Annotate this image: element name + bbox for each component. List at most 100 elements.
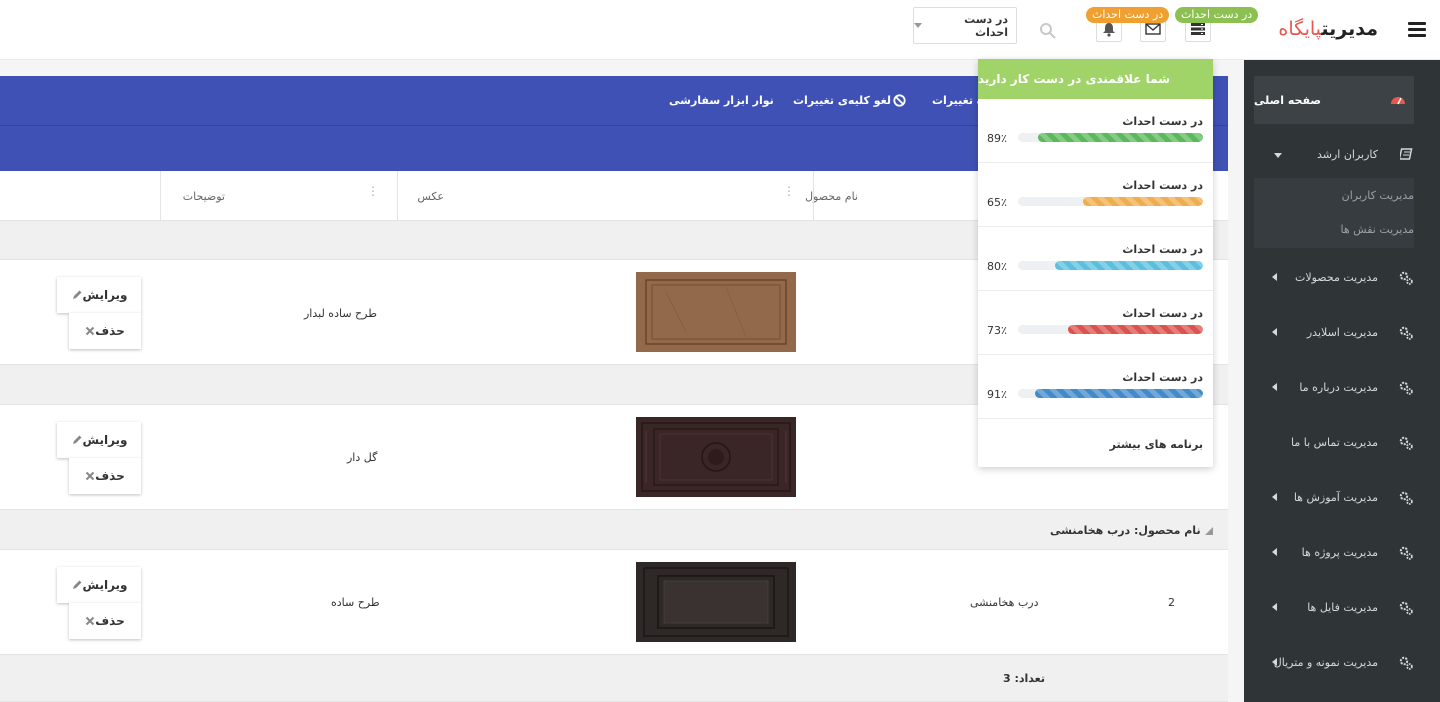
tasks-dropdown-header: شما علاقمندی در دست کار دارید	[978, 59, 1213, 99]
status-select[interactable]: در دست احداث	[913, 7, 1017, 44]
task-percent: 65٪	[987, 196, 1007, 209]
column-menu-icon[interactable]: ⋮	[783, 185, 795, 197]
book-icon	[1400, 148, 1413, 160]
status-select-value: در دست احداث	[964, 12, 1008, 39]
server-icon	[1191, 23, 1205, 35]
more-programs-link[interactable]: برنامه های بیشتر	[1110, 438, 1203, 451]
sidebar-item-senior-users-label: کاربران ارشد	[1316, 148, 1378, 161]
search-icon[interactable]	[1039, 22, 1057, 40]
chevron-down-icon	[1274, 153, 1282, 158]
task-name: در دست احداث	[1122, 371, 1203, 384]
group-header[interactable]: نام محصول: درب هخامنشی	[1050, 524, 1213, 537]
edit-button-label: ویرایش	[82, 433, 128, 447]
sidebar-item-label: مدیریت نمونه و متریال	[1273, 656, 1378, 669]
sidebar-submenu: مدیریت کاربران مدیریت نقش ها	[1254, 178, 1414, 248]
dashboard-icon	[1391, 97, 1405, 105]
sidebar-item-contact[interactable]: مدیریت تماس با ما	[1244, 428, 1440, 458]
sidebar-item-label: مدیریت محصولات	[1295, 271, 1378, 284]
task-item[interactable]: در دست احداث 80٪	[978, 227, 1213, 291]
sidebar-item-slider[interactable]: مدیریت اسلایدر	[1244, 318, 1440, 348]
task-progress-track	[1018, 389, 1203, 398]
edit-button-label: ویرایش	[82, 578, 128, 592]
edit-button-label: ویرایش	[82, 288, 128, 302]
cancel-changes-label: لغو کلیه‌ی تغییرات	[793, 94, 892, 107]
gears-icon	[1399, 326, 1413, 340]
menu-icon[interactable]	[1408, 22, 1426, 38]
sidebar-item-products[interactable]: مدیریت محصولات	[1244, 263, 1440, 293]
tasks-dropdown: شما علاقمندی در دست کار دارید در دست احد…	[978, 59, 1213, 467]
edit-button[interactable]: ویرایش	[57, 422, 141, 458]
close-icon	[86, 326, 95, 336]
delete-button[interactable]: حذف	[69, 313, 141, 349]
footer-count: تعداد: 3	[1003, 672, 1045, 685]
group-row: نام محصول: درب هخامنشی	[0, 510, 1228, 550]
edit-button[interactable]: ویرایش	[57, 277, 141, 313]
chevron-left-icon	[1272, 548, 1277, 556]
edit-button[interactable]: ویرایش	[57, 567, 141, 603]
delete-button[interactable]: حذف	[69, 458, 141, 494]
cell-description: طرح ساده	[331, 596, 380, 609]
sidebar-item-projects[interactable]: مدیریت پروژه ها	[1244, 538, 1440, 568]
column-header-photo[interactable]: عکس	[417, 190, 444, 203]
delete-button-label: حذف	[95, 614, 125, 628]
table-row[interactable]: ویرایش حذف طرح ساده درب هخامنشی 2	[0, 550, 1228, 655]
cell-description: گل دار	[347, 451, 378, 464]
delete-button-label: حذف	[95, 324, 125, 338]
cancel-icon	[893, 94, 906, 107]
custom-toolbar-label: نوار ابزار سفارشی	[669, 94, 774, 107]
collapse-icon	[1204, 526, 1213, 535]
pencil-icon	[72, 290, 81, 299]
sidebar-item-training[interactable]: مدیریت آموزش ها	[1244, 483, 1440, 513]
sidebar-item-samples[interactable]: مدیریت نمونه و متریال	[1244, 648, 1440, 678]
task-item[interactable]: در دست احداث 89٪	[978, 99, 1213, 163]
chevron-left-icon	[1272, 603, 1277, 611]
sidebar-item-about[interactable]: مدیریت درباره ما	[1244, 373, 1440, 403]
task-percent: 91٪	[987, 388, 1007, 401]
task-progress-track	[1018, 197, 1203, 206]
delete-button[interactable]: حذف	[69, 603, 141, 639]
cancel-changes-button[interactable]: لغو کلیه‌ی تغییرات	[793, 94, 906, 107]
brand-main: مدیریت	[1321, 18, 1378, 40]
chevron-left-icon	[1272, 328, 1277, 336]
task-progress-track	[1018, 325, 1203, 334]
task-progress-track	[1018, 133, 1203, 142]
status-badge-orange: در دست احداث	[1086, 7, 1170, 23]
sidebar-item-label: مدیریت آموزش ها	[1293, 491, 1378, 504]
grid-footer: تعداد: 3	[0, 655, 1228, 702]
task-progress-track	[1018, 261, 1203, 270]
product-image	[636, 562, 796, 642]
sidebar-item-files[interactable]: مدیریت فایل ها	[1244, 593, 1440, 623]
delete-button-label: حذف	[95, 469, 125, 483]
task-percent: 73٪	[987, 324, 1007, 337]
column-menu-icon[interactable]: ⋮	[367, 185, 379, 197]
chevron-left-icon	[1272, 273, 1277, 281]
task-item[interactable]: در دست احداث 65٪	[978, 163, 1213, 227]
gears-icon	[1399, 271, 1413, 285]
product-image	[636, 272, 796, 352]
sidebar-subitem-roles[interactable]: مدیریت نقش ها	[1341, 223, 1414, 236]
task-progress-fill	[1067, 325, 1203, 334]
task-item[interactable]: در دست احداث 91٪	[978, 355, 1213, 419]
sidebar-item-home[interactable]: صفحه اصلی	[1254, 76, 1414, 124]
brand-accent: پایگاه	[1278, 18, 1322, 40]
task-progress-fill	[1055, 261, 1203, 270]
cell-id: 2	[1168, 596, 1175, 609]
custom-toolbar-button[interactable]: نوار ابزار سفارشی	[669, 94, 774, 107]
chevron-left-icon	[1272, 493, 1277, 501]
task-name: در دست احداث	[1122, 243, 1203, 256]
column-header-description[interactable]: توضیحات	[183, 190, 225, 203]
close-icon	[86, 616, 95, 626]
gears-icon	[1399, 656, 1413, 670]
sidebar: صفحه اصلی کاربران ارشد مدیریت کاربران مد…	[1244, 60, 1440, 702]
sidebar-item-senior-users[interactable]: کاربران ارشد	[1244, 140, 1440, 170]
task-item[interactable]: در دست احداث 73٪	[978, 291, 1213, 355]
chevron-left-icon	[1272, 658, 1277, 666]
cell-description: طرح ساده لبدار	[304, 307, 377, 320]
brand-logo[interactable]: مدیریتپایگاه	[1278, 18, 1378, 40]
sidebar-item-label: مدیریت اسلایدر	[1306, 326, 1378, 339]
sidebar-subitem-users[interactable]: مدیریت کاربران	[1342, 189, 1414, 202]
group-header-label: نام محصول: درب هخامنشی	[1050, 524, 1201, 537]
gears-icon	[1399, 381, 1413, 395]
sidebar-item-label: مدیریت فایل ها	[1307, 601, 1378, 614]
cell-product-name: درب هخامنشی	[970, 596, 1039, 609]
